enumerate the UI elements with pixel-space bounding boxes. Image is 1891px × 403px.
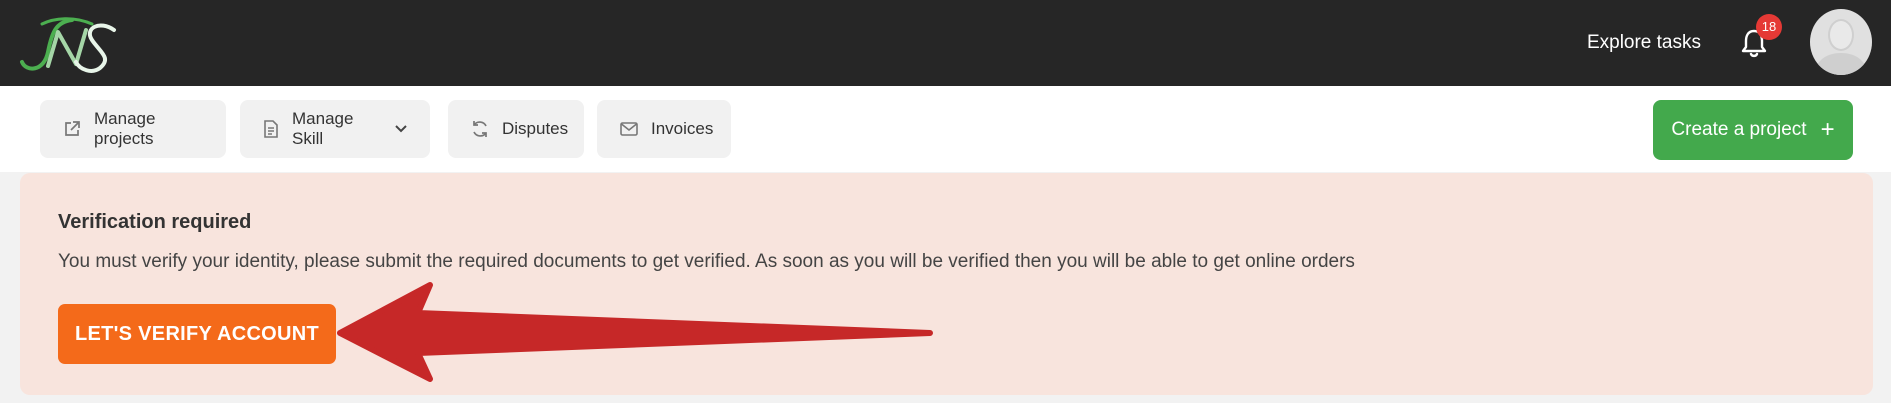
external-link-icon	[65, 121, 80, 136]
refresh-icon	[473, 121, 487, 137]
alert-message: You must verify your identity, please su…	[58, 251, 1355, 272]
manage-projects-label: Manage projects	[94, 109, 156, 148]
create-project-label: Create a project	[1671, 119, 1807, 140]
invoices-button[interactable]: Invoices	[597, 100, 731, 158]
invoices-label: Invoices	[651, 119, 714, 138]
manage-skill-dropdown[interactable]: Manage Skill	[240, 100, 430, 158]
plus-icon: +	[1820, 116, 1835, 143]
brand-logo[interactable]	[14, 10, 124, 76]
chevron-down-icon	[395, 125, 407, 133]
alert-title: Verification required	[58, 211, 252, 233]
manage-projects-button[interactable]: Manage projects	[40, 100, 226, 158]
user-avatar[interactable]	[1810, 9, 1872, 75]
manage-skill-label: Manage Skill	[292, 109, 354, 148]
create-project-button[interactable]: Create a project +	[1653, 100, 1853, 160]
mail-icon	[620, 122, 638, 136]
verify-account-button[interactable]: LET'S VERIFY ACCOUNT	[58, 304, 336, 364]
notification-badge: 18	[1756, 14, 1782, 40]
disputes-label: Disputes	[502, 119, 569, 138]
document-icon	[264, 120, 278, 138]
disputes-button[interactable]: Disputes	[448, 100, 584, 158]
explore-tasks-link[interactable]: Explore tasks	[1587, 30, 1701, 56]
red-arrow-annotation	[337, 282, 933, 382]
action-toolbar: Manage projects Manage Skill Disputes In…	[0, 86, 1891, 172]
top-navbar: Explore tasks 18	[0, 0, 1891, 86]
